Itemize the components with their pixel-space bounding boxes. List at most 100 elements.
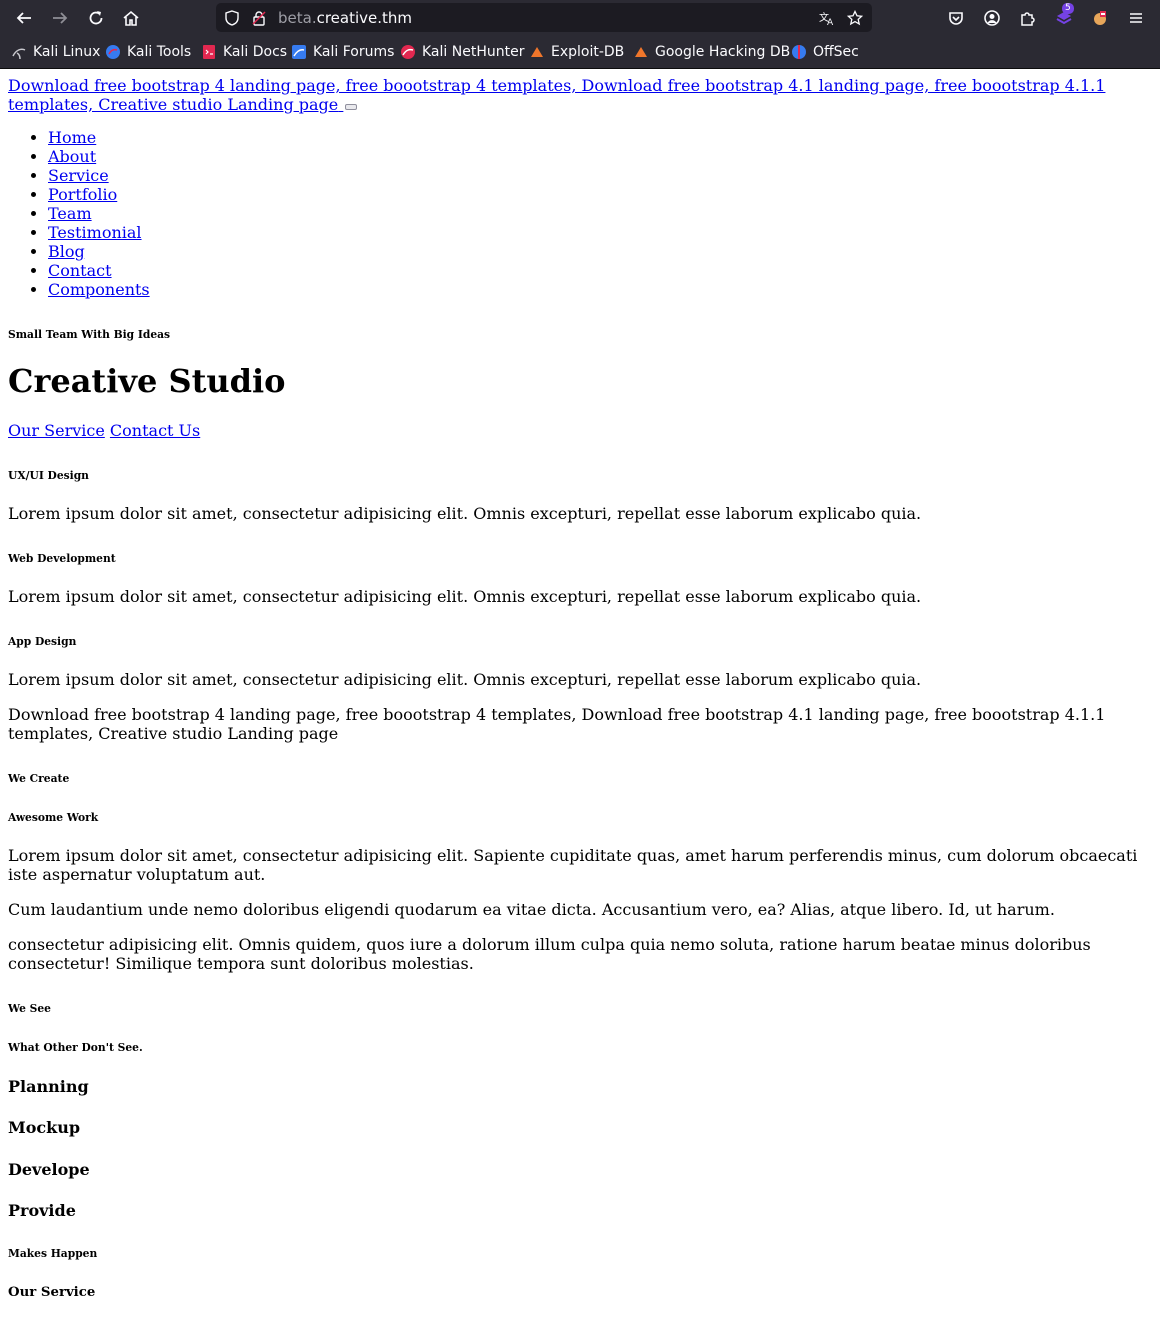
process-step: Mockup bbox=[8, 1118, 81, 1137]
menu-item-portfolio: Portfolio bbox=[48, 185, 1152, 204]
menu-item-blog: Blog bbox=[48, 242, 1152, 261]
menu-item-team: Team bbox=[48, 204, 1152, 223]
menu-item-testimonial: Testimonial bbox=[48, 223, 1152, 242]
process-title: What Other Don't See. bbox=[8, 1041, 143, 1054]
bookmark-label: OffSec bbox=[813, 44, 859, 60]
bookmark-label: Kali Forums bbox=[313, 44, 395, 60]
feature-title: App Design bbox=[8, 635, 77, 648]
navbar-toggler-button[interactable] bbox=[345, 104, 358, 110]
url-text[interactable]: beta.creative.thm bbox=[278, 9, 412, 27]
bookmark-kali-docs[interactable]: Kali Docs bbox=[201, 44, 287, 60]
hero-subtitle: Small Team With Big Ideas bbox=[8, 328, 171, 341]
browser-chrome: beta.creative.thm 文A 5 Kali Linux Kali T… bbox=[0, 0, 1160, 69]
menu-item-about: About bbox=[48, 147, 1152, 166]
about-paragraph: consectetur adipisicing elit. Omnis quid… bbox=[8, 935, 1091, 973]
bookmark-kali-nethunter[interactable]: Kali NetHunter bbox=[400, 44, 524, 60]
address-bar[interactable]: beta.creative.thm 文A bbox=[216, 3, 872, 32]
reload-icon bbox=[89, 11, 103, 25]
process-step: Develope bbox=[8, 1160, 90, 1179]
url-domain: creative.thm bbox=[316, 9, 413, 27]
pocket-icon bbox=[949, 12, 963, 25]
pocket-button[interactable] bbox=[943, 5, 969, 31]
menu-link-components[interactable]: Components bbox=[48, 280, 150, 299]
bookmark-kali-forums[interactable]: Kali Forums bbox=[291, 44, 394, 60]
account-button[interactable] bbox=[979, 5, 1005, 31]
menu-link-about[interactable]: About bbox=[48, 147, 96, 166]
home-icon bbox=[123, 10, 139, 26]
about-subtitle: We Create bbox=[8, 772, 70, 785]
hero-title: Creative Studio bbox=[8, 362, 286, 400]
nethunter-icon bbox=[400, 44, 416, 60]
puzzle-icon bbox=[1021, 12, 1035, 26]
bookmark-kali-linux[interactable]: Kali Linux bbox=[11, 44, 100, 60]
contact-us-button[interactable]: Contact Us bbox=[110, 421, 200, 440]
navigation-toolbar: beta.creative.thm 文A 5 bbox=[0, 0, 1160, 36]
kali-dragon-icon bbox=[11, 44, 27, 60]
bookmark-label: Kali Linux bbox=[33, 44, 101, 60]
forward-arrow-icon bbox=[53, 12, 68, 24]
menu-link-testimonial[interactable]: Testimonial bbox=[48, 223, 142, 242]
brand-image-alt: Download free bootstrap 4 landing page, … bbox=[8, 76, 1106, 114]
extension-badge: 5 bbox=[1062, 3, 1074, 14]
feature-title: Web Development bbox=[8, 552, 116, 565]
our-service-button[interactable]: Our Service bbox=[8, 421, 105, 440]
navbar-brand-link[interactable]: Download free bootstrap 4 landing page, … bbox=[8, 76, 1152, 114]
bookmark-label: Kali Docs bbox=[223, 44, 288, 60]
home-button[interactable] bbox=[118, 5, 144, 31]
menu-link-blog[interactable]: Blog bbox=[48, 242, 85, 261]
bookmark-offsec[interactable]: OffSec bbox=[791, 44, 859, 60]
bookmarks-toolbar: Kali Linux Kali Tools Kali Docs Kali For… bbox=[0, 36, 1160, 69]
lock-icon[interactable] bbox=[250, 9, 268, 27]
feature-text: Lorem ipsum dolor sit amet, consectetur … bbox=[8, 670, 922, 689]
reload-button[interactable] bbox=[83, 5, 109, 31]
bookmark-label: Exploit-DB bbox=[551, 44, 625, 60]
bookmark-kali-tools[interactable]: Kali Tools bbox=[105, 44, 191, 60]
app-menu-button[interactable] bbox=[1123, 5, 1149, 31]
menu-link-home[interactable]: Home bbox=[48, 128, 96, 147]
bookmark-exploit-db[interactable]: Exploit-DB bbox=[529, 44, 624, 60]
service-title: Our Service bbox=[8, 1285, 96, 1300]
fox-extension-icon bbox=[1094, 11, 1106, 25]
foxyproxy-button[interactable] bbox=[1087, 5, 1113, 31]
bookmark-label: Google Hacking DB bbox=[655, 44, 791, 60]
forward-button[interactable] bbox=[47, 5, 73, 31]
account-icon bbox=[984, 10, 1000, 26]
main-menu: Home About Service Portfolio Team Testim… bbox=[8, 128, 1152, 299]
hamburger-menu-icon bbox=[1130, 13, 1142, 23]
hero-buttons: Our Service Contact Us bbox=[8, 421, 1152, 440]
process-step: Planning bbox=[8, 1077, 89, 1096]
bookmark-label: Kali Tools bbox=[127, 44, 192, 60]
svg-text:A: A bbox=[827, 18, 834, 26]
bookmark-star-icon[interactable] bbox=[846, 9, 864, 27]
process-step: Provide bbox=[8, 1201, 76, 1220]
url-subdomain: beta. bbox=[278, 9, 317, 27]
tracking-shield-icon[interactable] bbox=[223, 9, 241, 27]
menu-link-portfolio[interactable]: Portfolio bbox=[48, 185, 117, 204]
about-paragraph: Cum laudantium unde nemo doloribus elige… bbox=[8, 900, 1055, 919]
back-arrow-icon bbox=[16, 12, 31, 24]
process-subtitle: We See bbox=[8, 1002, 51, 1015]
translate-icon[interactable]: 文A bbox=[818, 9, 836, 27]
kali-docs-icon bbox=[201, 44, 217, 60]
menu-item-components: Components bbox=[48, 280, 1152, 299]
feature-title: UX/UI Design bbox=[8, 469, 89, 482]
feature-text: Lorem ipsum dolor sit amet, consectetur … bbox=[8, 587, 922, 606]
menu-link-service[interactable]: Service bbox=[48, 166, 109, 185]
menu-link-contact[interactable]: Contact bbox=[48, 261, 112, 280]
bookmark-label: Kali NetHunter bbox=[422, 44, 525, 60]
menu-item-contact: Contact bbox=[48, 261, 1152, 280]
ghdb-icon bbox=[633, 44, 649, 60]
bookmark-google-hacking-db[interactable]: Google Hacking DB bbox=[633, 44, 790, 60]
page-content: Download free bootstrap 4 landing page, … bbox=[0, 76, 1160, 1299]
exploit-db-icon bbox=[529, 44, 545, 60]
extensions-button[interactable] bbox=[1015, 5, 1041, 31]
kali-forums-icon bbox=[291, 44, 307, 60]
service-subtitle: Makes Happen bbox=[8, 1247, 98, 1260]
menu-link-team[interactable]: Team bbox=[48, 204, 92, 223]
back-button[interactable] bbox=[11, 5, 37, 31]
about-image-alt-text: Download free bootstrap 4 landing page, … bbox=[8, 705, 1106, 743]
about-paragraph: Lorem ipsum dolor sit amet, consectetur … bbox=[8, 846, 1138, 884]
about-title: Awesome Work bbox=[8, 811, 99, 824]
feature-text: Lorem ipsum dolor sit amet, consectetur … bbox=[8, 504, 922, 523]
menu-item-service: Service bbox=[48, 166, 1152, 185]
